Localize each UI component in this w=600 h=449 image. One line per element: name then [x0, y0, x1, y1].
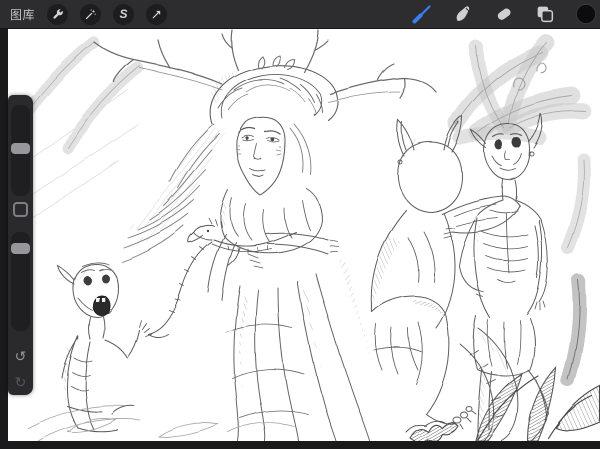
- top-toolbar: 图库 S: [0, 0, 600, 28]
- procreate-window: 图库 S: [0, 0, 600, 449]
- brush-stroke-icon: [410, 2, 434, 26]
- gallery-button[interactable]: 图库: [10, 6, 35, 23]
- drawing-canvas[interactable]: [8, 28, 600, 441]
- brush-sidebar: ↺ ↻: [8, 95, 33, 395]
- layers-button[interactable]: [534, 3, 556, 25]
- cheek-markings: [236, 145, 281, 155]
- undo-button[interactable]: ↺: [8, 350, 33, 364]
- adjustments-button[interactable]: [80, 4, 101, 25]
- modify-button[interactable]: [13, 202, 28, 217]
- redo-button[interactable]: ↻: [8, 376, 33, 390]
- opacity-handle[interactable]: [11, 243, 30, 254]
- headdress-braid: [210, 55, 337, 124]
- brush-size-handle[interactable]: [11, 143, 30, 154]
- color-button[interactable]: [575, 3, 597, 25]
- color-swatch: [575, 3, 597, 25]
- cursor-arrow-icon: [150, 8, 163, 21]
- small-dragon: [148, 218, 296, 337]
- crouching-goblin: [371, 116, 520, 441]
- artwork-sketch: [8, 28, 600, 441]
- selection-s-glyph: S: [120, 8, 128, 20]
- toolbar-left-group: 图库 S: [0, 4, 167, 25]
- central-figure-woman: [94, 30, 436, 337]
- smudge-tool-button[interactable]: [452, 3, 474, 25]
- toolbar-right-group: [411, 3, 600, 25]
- actions-button[interactable]: [47, 4, 68, 25]
- foreground-foliage: [28, 280, 600, 441]
- paint-tool-button[interactable]: [411, 3, 433, 25]
- magic-wand-icon: [84, 8, 97, 21]
- arms-and-hands: [208, 233, 339, 300]
- wrench-icon: [51, 8, 64, 21]
- selection-button[interactable]: S: [113, 4, 134, 25]
- finger-icon: [452, 3, 474, 25]
- eraser-icon: [493, 3, 515, 25]
- erase-tool-button[interactable]: [493, 3, 515, 25]
- transform-button[interactable]: [146, 4, 167, 25]
- drapery-folds: [226, 258, 374, 441]
- face: [236, 117, 285, 195]
- layers-icon: [534, 3, 556, 25]
